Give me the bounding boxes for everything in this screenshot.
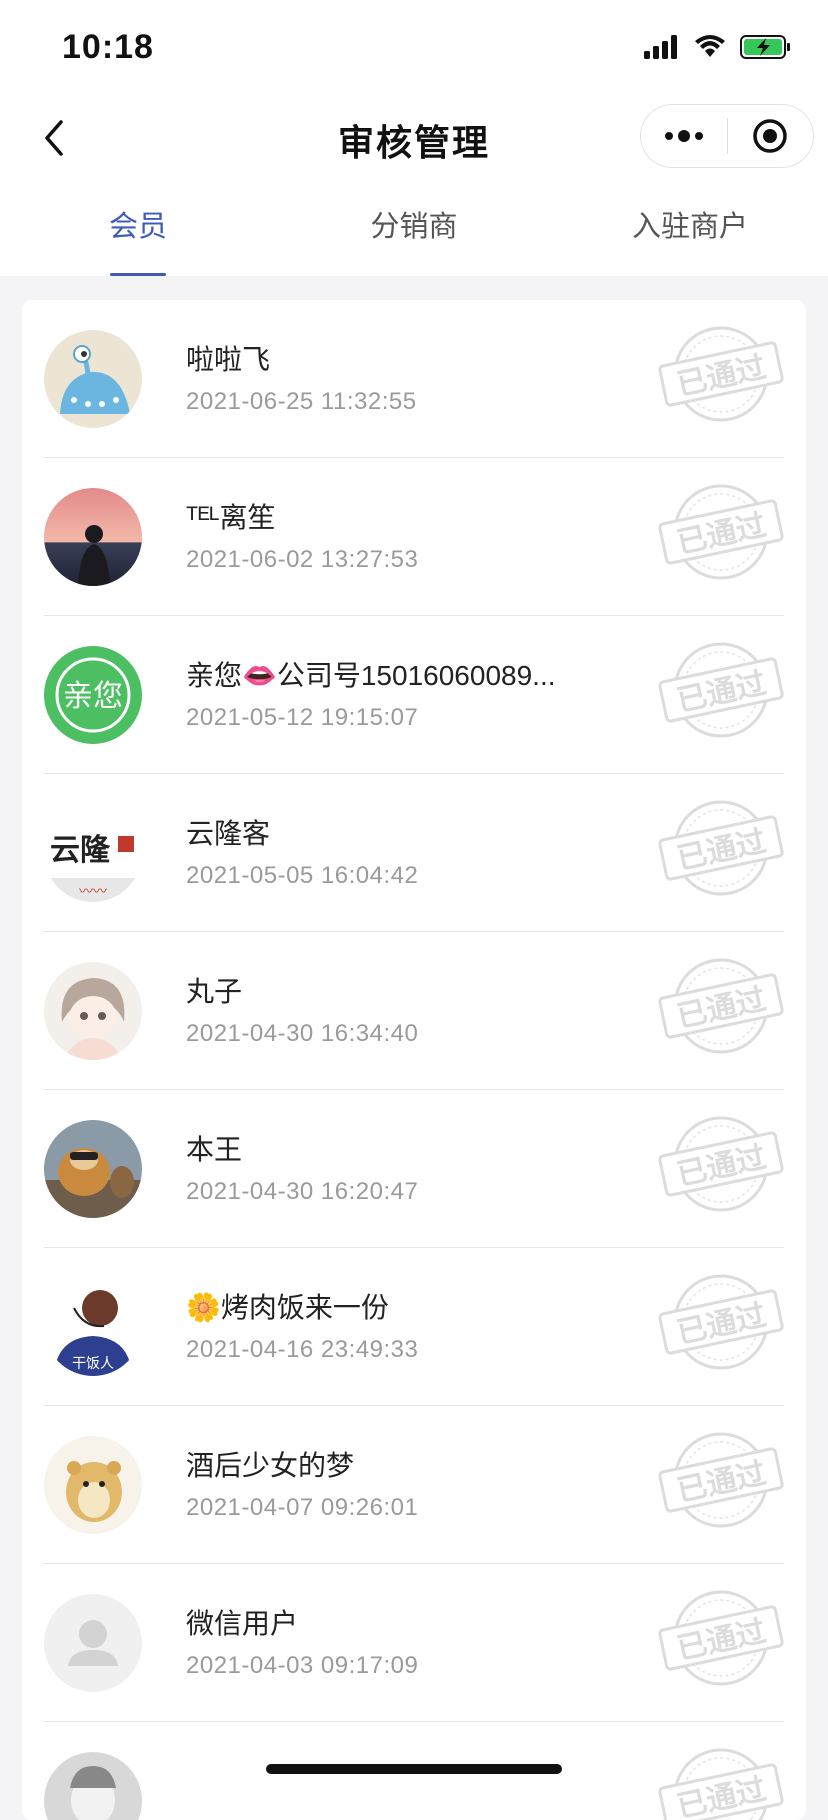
tab-active-indicator bbox=[110, 273, 166, 276]
member-name: 亲您👄公司号15016060089... bbox=[186, 660, 556, 691]
member-name: 云隆客 bbox=[186, 818, 271, 849]
wifi-icon bbox=[695, 35, 725, 57]
tab-members[interactable]: 会员 bbox=[0, 178, 276, 276]
blue-monster-avatar bbox=[44, 330, 142, 428]
more-dots-icon bbox=[664, 130, 703, 142]
nav-bar: 审核管理 bbox=[0, 96, 828, 178]
anime-girl-avatar bbox=[44, 962, 142, 1060]
svg-text:云隆: 云隆 bbox=[50, 833, 111, 868]
list-item[interactable]: 干饭人 🌼烤肉饭来一份 2021-04-16 23:49:33 已通过 bbox=[44, 1248, 784, 1406]
member-time: 2021-06-25 11:32:55 bbox=[186, 388, 417, 415]
close-program-button[interactable] bbox=[728, 105, 814, 167]
approved-stamp-icon: 已通过 bbox=[658, 1274, 784, 1370]
sunset-photo-avatar bbox=[44, 488, 142, 586]
list-item[interactable]: 酒后少女的梦 2021-04-07 09:26:01 已通过 bbox=[44, 1406, 784, 1564]
status-time: 10:18 bbox=[62, 28, 154, 66]
member-time: 2021-05-12 19:15:07 bbox=[186, 704, 419, 731]
approved-stamp-icon: 已通过 bbox=[658, 1590, 784, 1686]
member-name: 酒后少女的梦 bbox=[186, 1450, 355, 1481]
list-item[interactable]: 丸子 2021-04-30 16:34:40 已通过 bbox=[44, 932, 784, 1090]
tab-label: 入驻商户 bbox=[631, 211, 748, 243]
calligraphy-logo-avatar: 云隆 〰〰 bbox=[44, 804, 142, 902]
approved-stamp-icon: 已通过 bbox=[658, 800, 784, 896]
mini-program-capsule bbox=[640, 104, 814, 168]
approved-stamp-icon: 已通过 bbox=[658, 326, 784, 422]
more-button[interactable] bbox=[641, 105, 727, 167]
approved-stamp-icon: 已通过 bbox=[658, 642, 784, 738]
home-indicator[interactable] bbox=[266, 1764, 562, 1774]
member-list: 啦啦飞 2021-06-25 11:32:55 已通过 ᵀᴱᴸ离笙 2021-0… bbox=[22, 300, 806, 1820]
member-time: 2021-06-02 13:27:53 bbox=[186, 546, 419, 573]
member-time: 2021-04-07 09:26:01 bbox=[186, 1494, 419, 1521]
back-button[interactable] bbox=[26, 110, 82, 166]
approved-stamp-icon: 已通过 bbox=[658, 1432, 784, 1528]
signal-icon bbox=[644, 35, 677, 59]
list-item[interactable]: ᵀᴱᴸ离笙 2021-06-02 13:27:53 已通过 bbox=[44, 458, 784, 616]
svg-text:亲您: 亲您 bbox=[63, 679, 123, 714]
status-bar: 10:18 bbox=[0, 0, 828, 96]
approved-stamp-icon: 已通过 bbox=[658, 1116, 784, 1212]
green-logo-avatar: 亲您 bbox=[44, 646, 142, 744]
tab-label: 会员 bbox=[108, 211, 167, 243]
cartoon-boy-avatar: 干饭人 bbox=[44, 1278, 142, 1376]
list-item[interactable]: 亲您 亲您👄公司号15016060089... 2021-05-12 19:15… bbox=[44, 616, 784, 774]
tab-merchants[interactable]: 入驻商户 bbox=[552, 178, 828, 276]
status-icons bbox=[644, 34, 792, 60]
tab-bar: 会员 分销商 入驻商户 bbox=[0, 178, 828, 276]
svg-text:干饭人: 干饭人 bbox=[72, 1356, 114, 1372]
svg-text:〰〰: 〰〰 bbox=[79, 884, 107, 900]
member-name: 本王 bbox=[186, 1134, 243, 1165]
list-item[interactable]: 啦啦飞 2021-06-25 11:32:55 已通过 bbox=[44, 300, 784, 458]
member-time: 2021-04-03 09:17:09 bbox=[186, 1652, 419, 1679]
member-time: 2021-04-30 16:20:47 bbox=[186, 1178, 419, 1205]
member-name: ᵀᴱᴸ离笙 bbox=[186, 502, 276, 533]
battery-icon bbox=[740, 35, 790, 59]
approved-stamp-icon: 已通过 bbox=[658, 958, 784, 1054]
approved-stamp-icon: 已通过 bbox=[658, 1748, 784, 1820]
default-user-avatar bbox=[44, 1594, 142, 1692]
tab-distributors[interactable]: 分销商 bbox=[276, 178, 552, 276]
member-time: 2021-04-30 16:34:40 bbox=[186, 1020, 419, 1047]
member-name: 微信用户 bbox=[186, 1608, 299, 1639]
dog-photo-avatar bbox=[44, 1120, 142, 1218]
member-name: 丸子 bbox=[186, 976, 243, 1007]
member-time: 2021-04-16 23:49:33 bbox=[186, 1336, 419, 1363]
list-item[interactable]: 微信用户 2021-04-03 09:17:09 已通过 bbox=[44, 1564, 784, 1722]
list-item[interactable]: 本王 2021-04-30 16:20:47 已通过 bbox=[44, 1090, 784, 1248]
tab-label: 分销商 bbox=[370, 211, 458, 243]
hamster-avatar bbox=[44, 1436, 142, 1534]
chevron-left-icon bbox=[45, 120, 63, 156]
member-time: 2021-05-05 16:04:42 bbox=[186, 862, 419, 889]
approved-stamp-icon: 已通过 bbox=[658, 484, 784, 580]
partial-avatar bbox=[44, 1752, 142, 1820]
target-circle-icon bbox=[753, 119, 787, 153]
member-name: 啦啦飞 bbox=[186, 344, 271, 375]
member-name: 🌼烤肉饭来一份 bbox=[186, 1292, 389, 1323]
list-item[interactable]: 云隆 〰〰 云隆客 2021-05-05 16:04:42 已通过 bbox=[44, 774, 784, 932]
